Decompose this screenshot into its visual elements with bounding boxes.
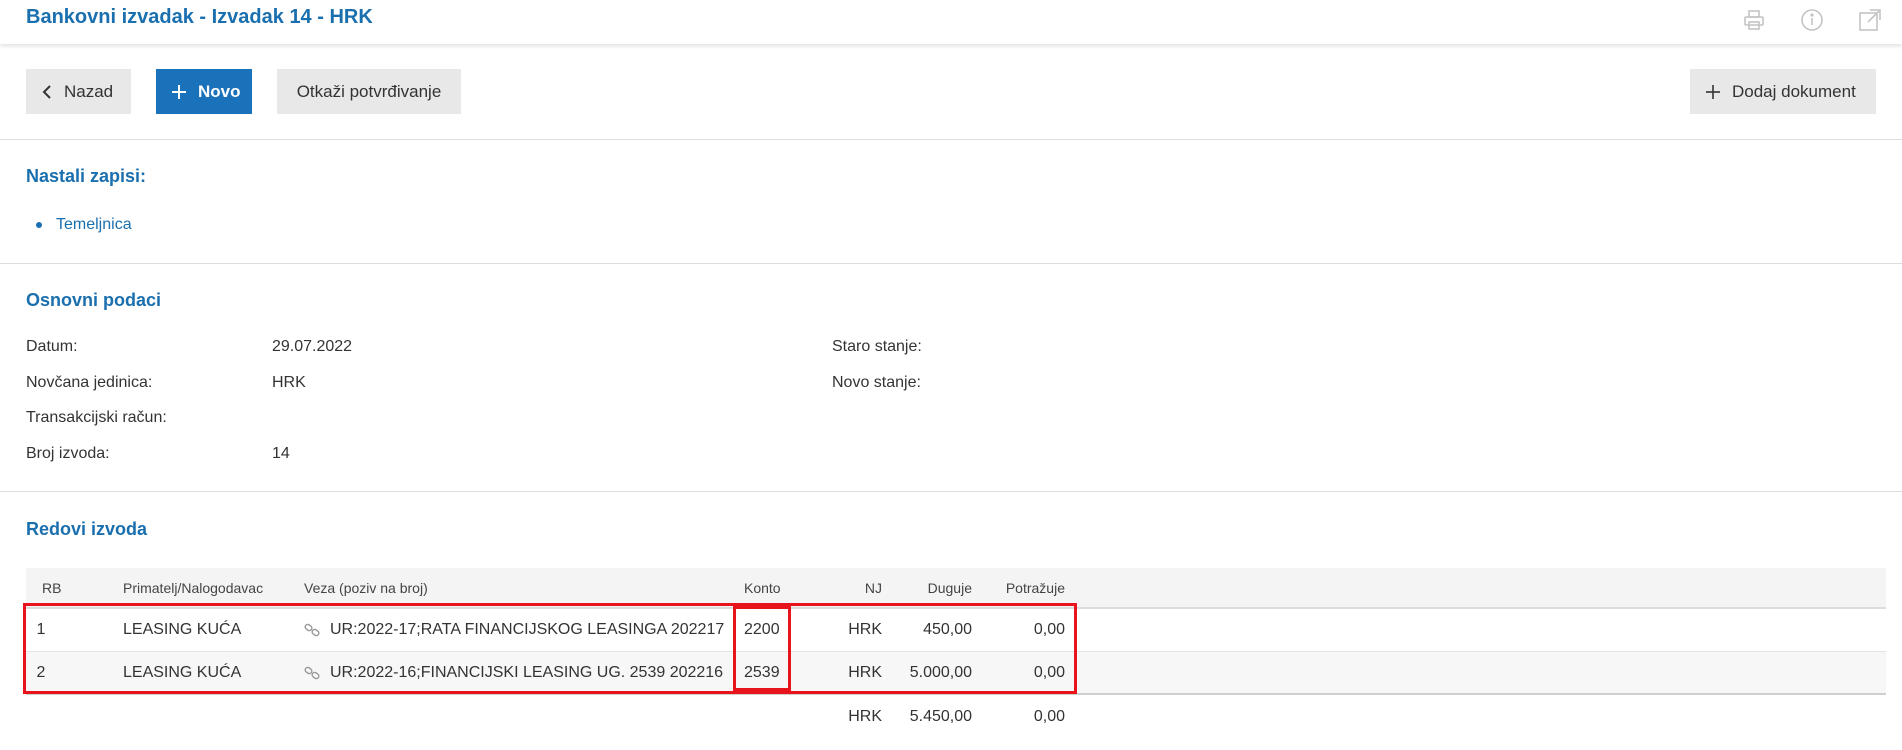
cancel-confirmation-label: Otkaži potvrđivanje (296, 81, 442, 101)
title-bar: Bankovni izvadak - Izvadak 14 - HRK (0, 0, 1902, 44)
records-section: Nastali zapisi: Temeljnica (0, 140, 1902, 264)
new-button-label: Novo (198, 81, 241, 101)
rows-highlight-box (23, 603, 1077, 694)
col-header-veza[interactable]: Veza (poziv na broj) (304, 568, 428, 607)
statement-number-label: Broj izvoda: (26, 445, 110, 462)
info-icon[interactable] (1798, 6, 1826, 34)
konto-highlight-box (733, 606, 791, 691)
add-document-label: Dodaj dokument (1732, 81, 1856, 101)
new-button[interactable]: Novo (156, 69, 252, 114)
col-header-duguje[interactable]: Duguje (886, 568, 972, 607)
statement-rows-section: Redovi izvoda RB Primatelj/Nalogodavac V… (0, 492, 1902, 750)
toolbar: Nazad Novo Otkaži potvrđivanje Dodaj dok… (0, 44, 1902, 140)
col-header-rb[interactable]: RB (42, 568, 72, 607)
bullet-icon (36, 222, 42, 228)
statement-number-value: 14 (272, 445, 290, 462)
back-button[interactable]: Nazad (26, 69, 131, 114)
cancel-confirmation-button[interactable]: Otkaži potvrđivanje (277, 69, 461, 114)
printer-icon[interactable] (1740, 6, 1768, 34)
basic-data-title: Osnovni podaci (26, 290, 162, 310)
col-header-konto[interactable]: Konto (744, 568, 781, 607)
record-link-label: Temeljnica (56, 216, 132, 233)
plus-icon (172, 84, 186, 99)
external-window-icon[interactable] (1856, 6, 1884, 34)
currency-value: HRK (272, 374, 306, 391)
account-label: Transakcijski račun: (26, 409, 167, 426)
records-title: Nastali zapisi: (26, 166, 147, 186)
old-balance-label: Staro stanje: (832, 338, 922, 355)
col-header-potrazuje[interactable]: Potražuje (972, 568, 1065, 607)
col-header-primatelj[interactable]: Primatelj/Nalogodavac (123, 568, 263, 607)
record-link-temeljnica[interactable]: Temeljnica (36, 216, 132, 234)
col-header-nj[interactable]: NJ (826, 568, 882, 607)
table-totals: HRK 5.450,00 0,00 (26, 695, 1886, 738)
page-title: Bankovni izvadak - Izvadak 14 - HRK (26, 6, 373, 28)
currency-label: Novčana jedinica: (26, 374, 153, 391)
date-value: 29.07.2022 (272, 338, 353, 355)
statement-rows-title: Redovi izvoda (26, 519, 148, 539)
total-duguje: 5.450,00 (909, 707, 972, 725)
plus-icon (1706, 84, 1720, 99)
total-nj: HRK (848, 707, 882, 725)
new-balance-label: Novo stanje: (832, 374, 921, 391)
add-document-button[interactable]: Dodaj dokument (1690, 69, 1876, 114)
basic-data-section: Osnovni podaci Datum: 29.07.2022 Novčana… (0, 264, 1902, 492)
back-button-label: Nazad (64, 81, 114, 101)
chevron-left-icon (42, 84, 52, 100)
total-potrazuje: 0,00 (1033, 707, 1065, 725)
date-label: Datum: (26, 338, 78, 355)
top-icons (1740, 6, 1884, 34)
